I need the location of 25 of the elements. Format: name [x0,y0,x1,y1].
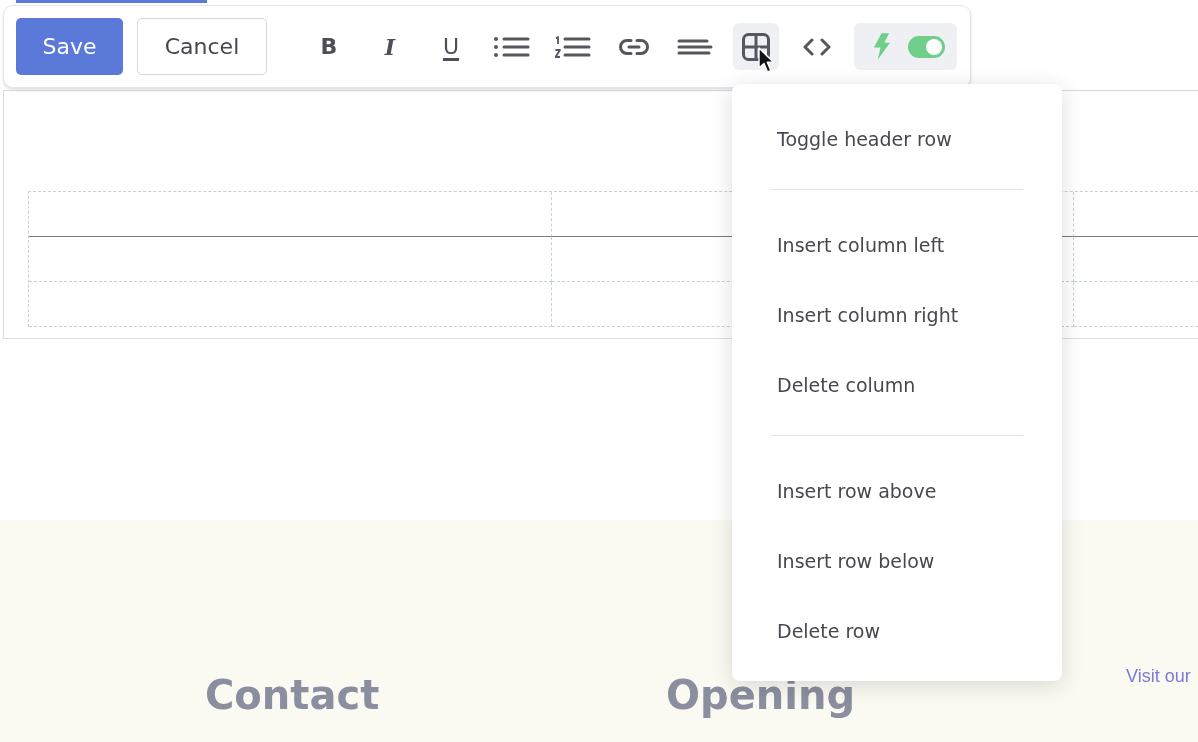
underline-button[interactable]: U [428,23,474,70]
lightning-bolt-icon [873,33,890,60]
bold-button[interactable]: B [306,23,352,70]
menu-item[interactable]: Insert column right [732,280,1062,350]
footer-link[interactable]: Visit our [1126,666,1191,687]
menu-item[interactable]: Delete row [732,596,1062,666]
menu-item[interactable]: Delete column [732,350,1062,420]
footer-heading: Contact [205,671,380,719]
link-icon [619,37,649,56]
italic-button[interactable]: I [367,23,413,70]
cancel-button[interactable]: Cancel [137,18,267,75]
table-icon [742,32,770,61]
menu-item[interactable]: Insert row above [732,456,1062,526]
toggle-switch[interactable] [908,35,945,58]
footer-heading: Opening [666,671,856,719]
numbered-list-icon [555,35,591,58]
code-icon [803,37,831,56]
save-button[interactable]: Save [16,18,123,75]
mouse-pointer-icon [758,47,776,74]
table-button[interactable] [733,23,779,70]
bullet-list-icon [494,35,530,58]
menu-item[interactable]: Toggle header row [732,104,1062,174]
text-align-icon [677,38,713,55]
menu-item[interactable]: Insert column left [732,210,1062,280]
menu-item[interactable]: Insert row below [732,526,1062,596]
